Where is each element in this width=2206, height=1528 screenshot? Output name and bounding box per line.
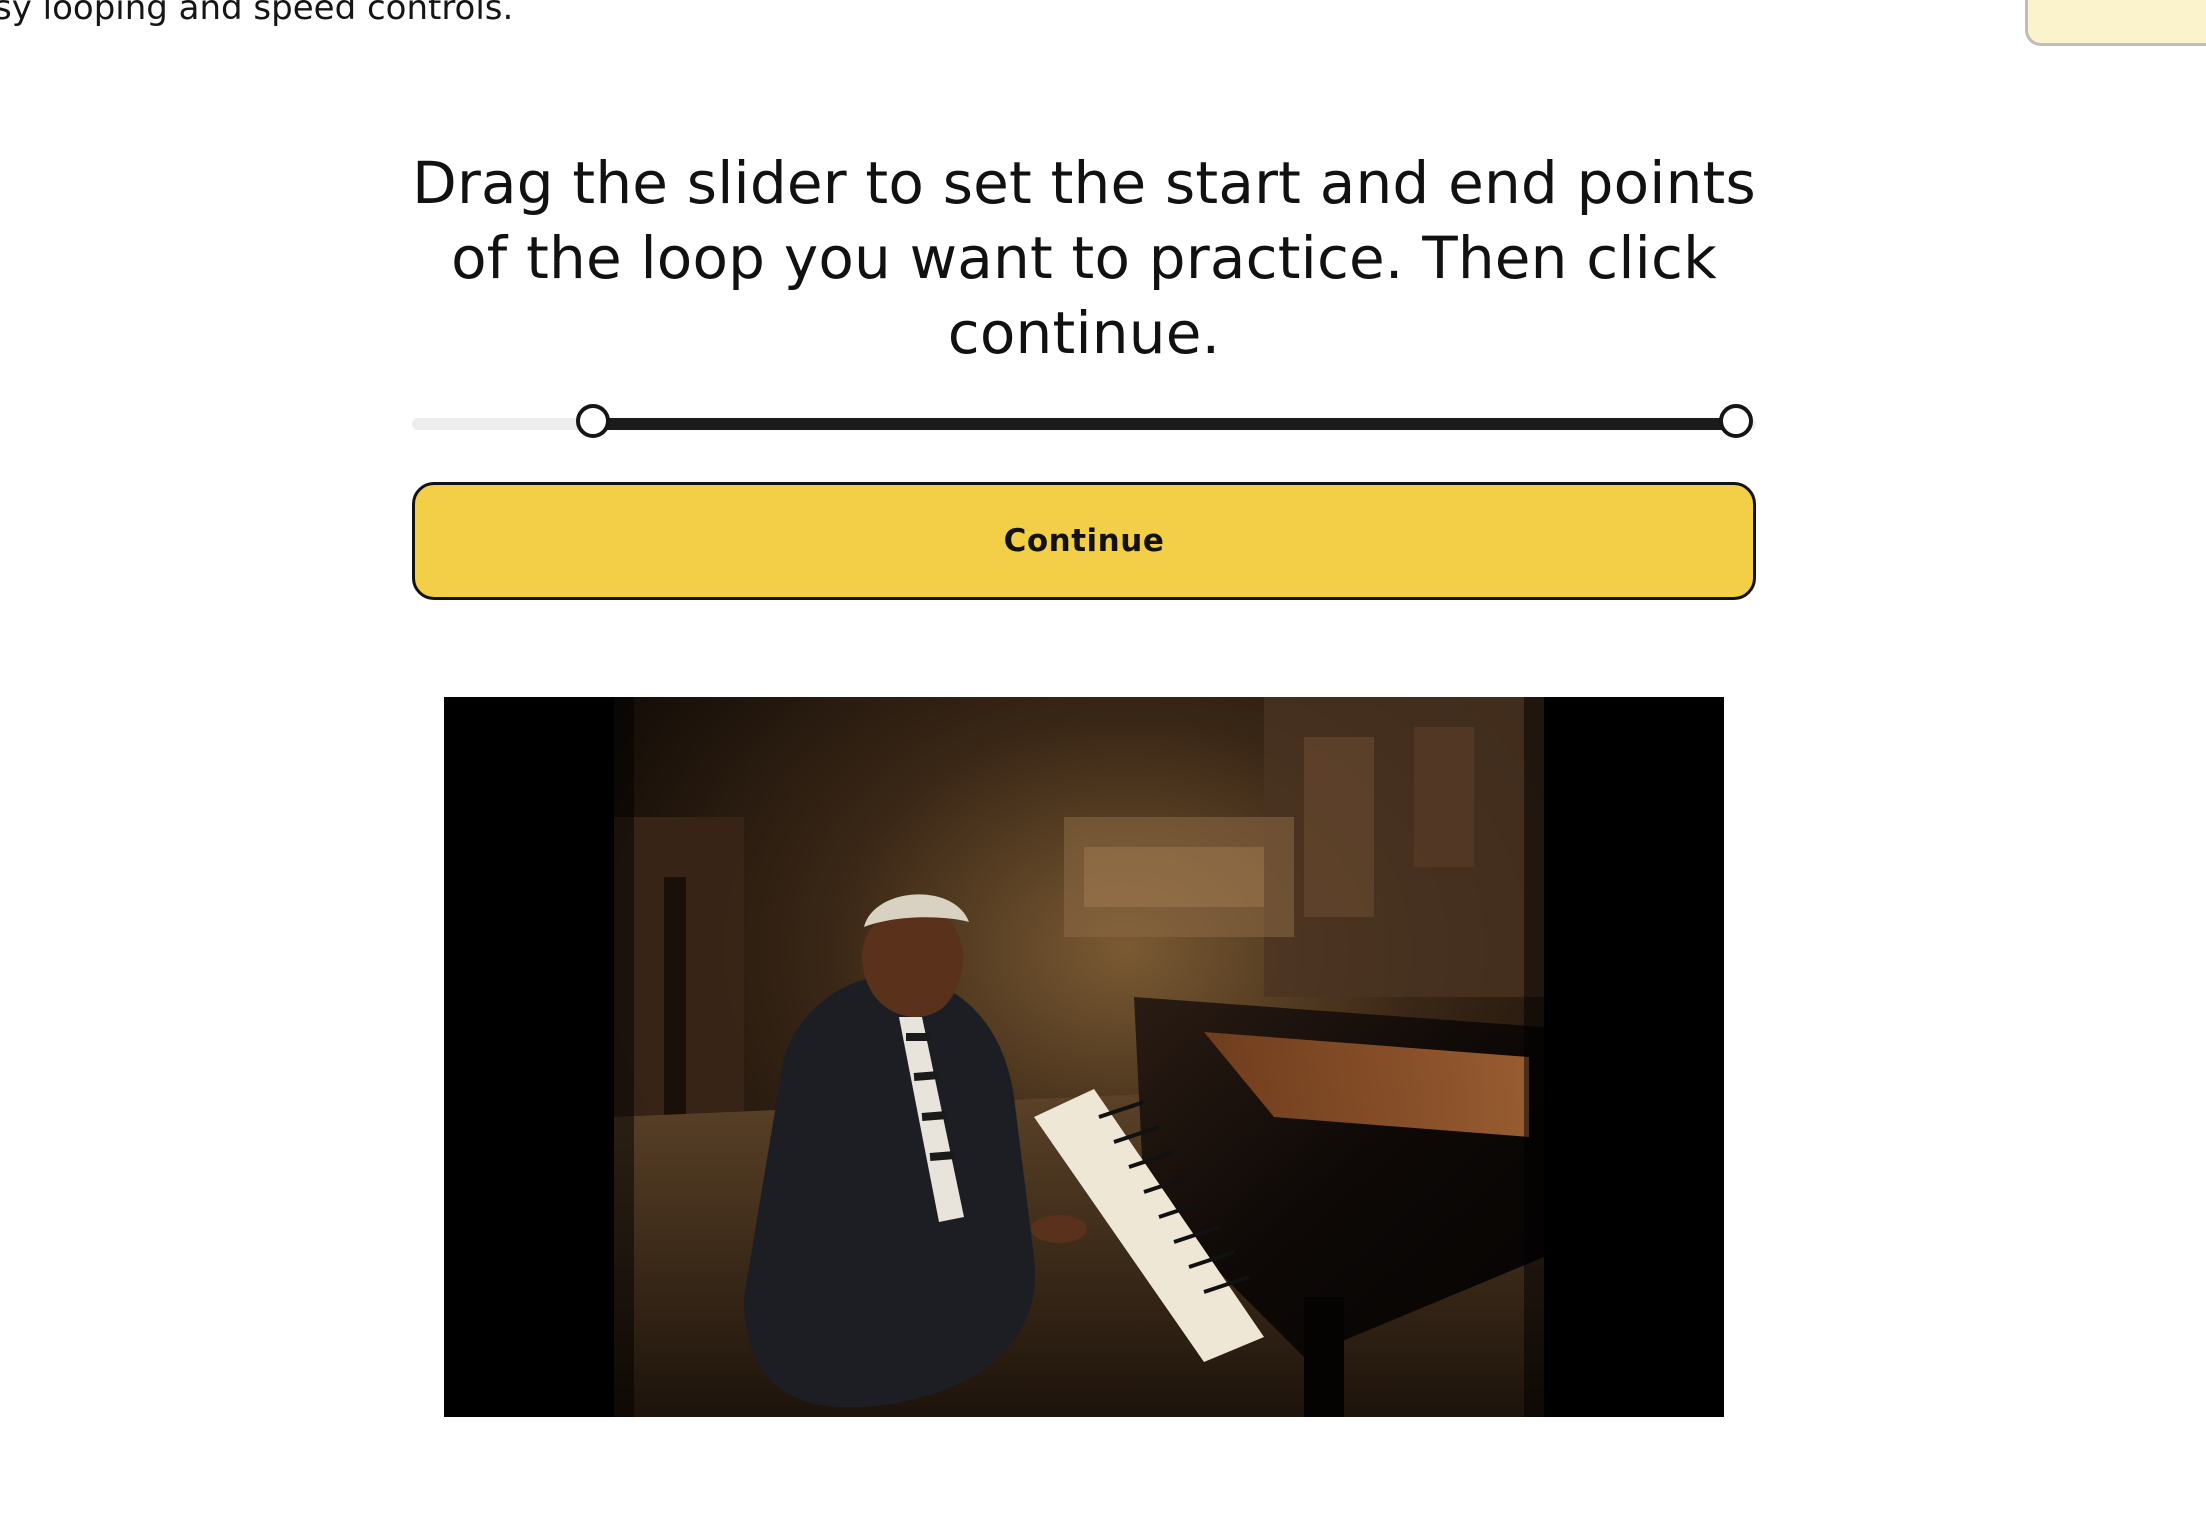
instruction-heading: Drag the slider to set the start and end… [412,149,1756,367]
slider-selected-range [593,418,1736,430]
video-player[interactable] [444,697,1724,1417]
continue-button[interactable]: Continue [412,482,1756,600]
loop-start-handle[interactable] [576,404,611,438]
corner-button[interactable] [2025,0,2206,46]
loop-end-handle[interactable] [1718,404,1753,438]
loop-range-slider[interactable] [412,404,1756,444]
page-subtitle: sy looping and speed controls. [0,0,514,28]
video-frame [444,697,1724,1417]
